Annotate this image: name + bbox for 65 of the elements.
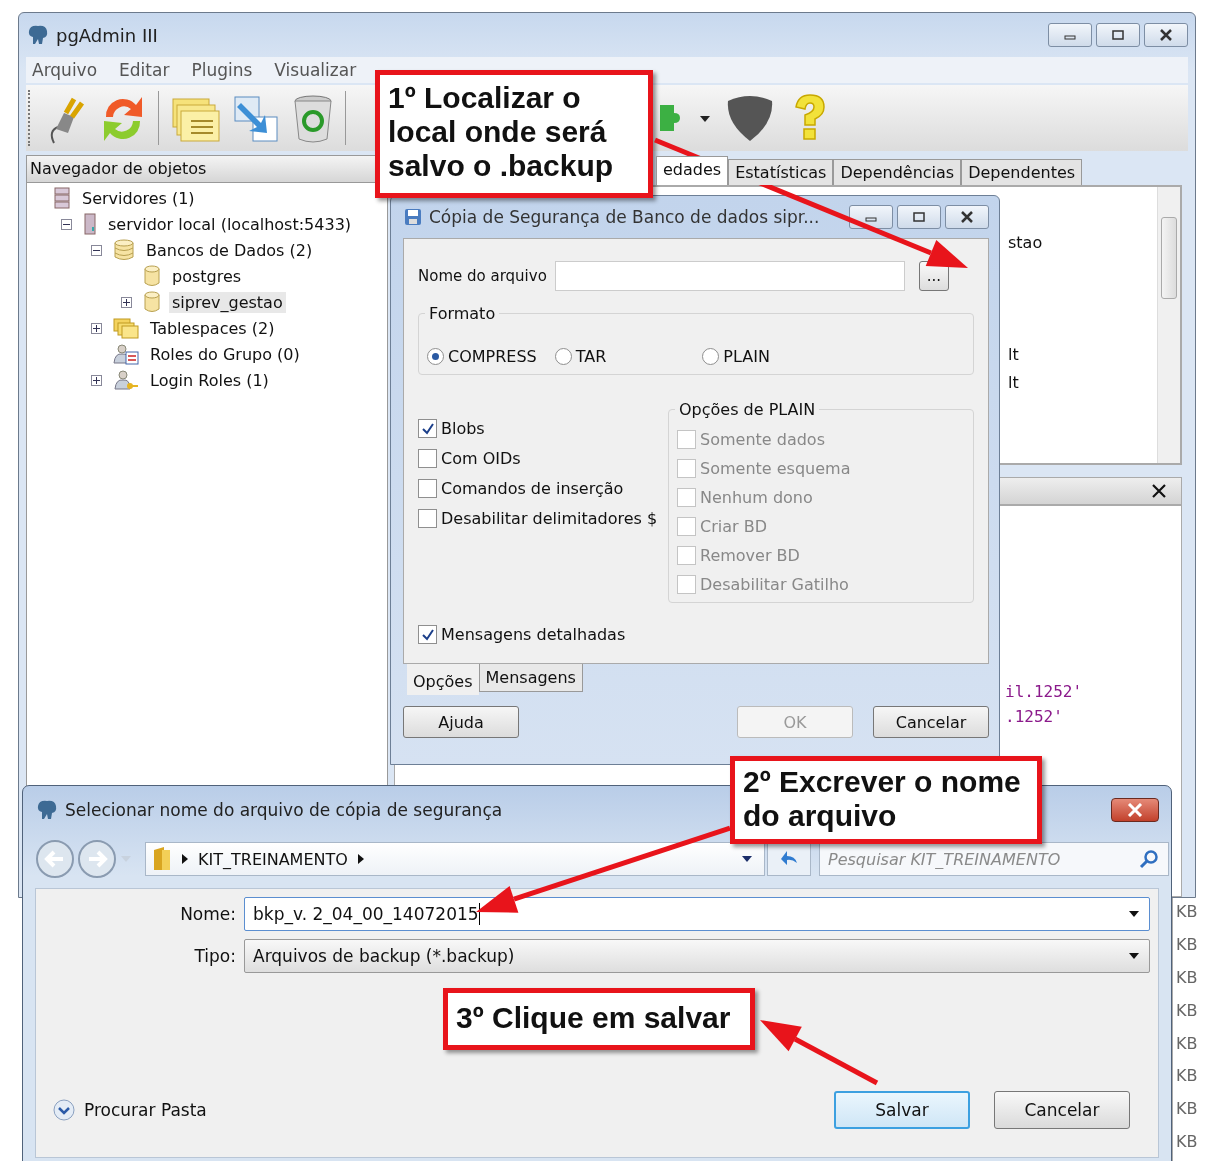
checkbox-label: Blobs (441, 419, 485, 438)
checkbox-label: Desabilitar Gatilho (700, 575, 849, 594)
window-title: pgAdmin III (56, 24, 158, 46)
breadcrumb-item[interactable]: KIT_TREINAMENTO (198, 849, 348, 869)
dialog-button[interactable]: Cancelar (873, 706, 989, 738)
file-type-dropdown[interactable]: Arquivos de backup (*.backup) (244, 939, 1150, 973)
property-text: lt (1008, 372, 1020, 394)
tab[interactable]: Estatísticas (728, 159, 834, 185)
tree-item[interactable]: servidor local (localhost:5433) (105, 213, 355, 235)
callout: 1º Localizar o local onde será salvo o .backup (375, 70, 653, 198)
address-bar[interactable]: KIT_TREINAMENTO (145, 842, 765, 876)
checkbox-label: Nenhum dono (700, 488, 813, 507)
browse-folders-button[interactable]: Procurar Pasta (52, 1098, 207, 1122)
checkbox-label: Somente esquema (700, 459, 851, 478)
radio-label: PLAIN (723, 347, 770, 366)
tree-item[interactable]: postgres (169, 265, 245, 287)
tree-item[interactable]: Bancos de Dados (2) (143, 239, 316, 261)
callout: 3º Clique em salvar (443, 988, 755, 1050)
tab[interactable]: Mensagens (478, 664, 583, 692)
size-text: KB (1175, 967, 1199, 989)
size-text: KB (1175, 1000, 1199, 1022)
menu-item[interactable]: Editar (119, 60, 170, 80)
size-text: KB (1175, 902, 1199, 923)
property-text: stao (1008, 232, 1044, 254)
dialog-button[interactable]: Salvar (834, 1091, 970, 1129)
size-text: KB (1175, 934, 1199, 956)
callout: 2º Excrever o nome do arquivo (730, 756, 1042, 844)
size-text: KB (1175, 1066, 1199, 1088)
tab[interactable]: Dependências (833, 159, 962, 185)
checkbox-label: Mensagens detalhadas (441, 625, 626, 644)
checkbox-label: Criar BD (700, 517, 767, 536)
dialog-button[interactable]: Ajuda (403, 706, 519, 738)
size-text: KB (1175, 1033, 1199, 1055)
tree-item[interactable]: Login Roles (1) (147, 369, 272, 391)
field-label: Tipo: (193, 946, 237, 966)
tree-item[interactable]: Servidores (1) (79, 187, 198, 209)
radio-label: COMPRESS (448, 347, 537, 366)
group-label: Opções de PLAIN (675, 400, 820, 419)
tree-item[interactable]: siprev_gestao (169, 291, 286, 313)
checkbox-label: Comandos de inserção (441, 479, 624, 498)
menu-item[interactable]: Plugins (191, 60, 253, 80)
size-text: KB (1175, 1132, 1199, 1154)
size-text: KB (1175, 1099, 1199, 1121)
radio-label: TAR (575, 347, 607, 366)
field-label: Nome: (179, 904, 237, 924)
field-label: Nome do arquivo (418, 267, 547, 285)
tab[interactable]: Dependentes (961, 159, 1083, 185)
search-field[interactable]: Pesquisar KIT_TREINAMENTO (819, 842, 1169, 876)
property-text: lt (1008, 344, 1020, 366)
tree-item[interactable]: Roles do Grupo (0) (147, 343, 303, 365)
menu-item[interactable]: Arquivo (32, 60, 98, 80)
sql-text: il.1252' (1005, 682, 1084, 703)
tree-item[interactable]: Tablespaces (2) (147, 317, 278, 339)
checkbox-label: Remover BD (700, 546, 800, 565)
checkbox-label: Com OIDs (441, 449, 521, 468)
dialog-button[interactable]: Cancelar (994, 1091, 1130, 1129)
dialog-title: Selecionar nome do arquivo de cópia de segurança (65, 800, 503, 820)
tab[interactable]: Opções (407, 664, 479, 695)
filename-field[interactable]: bkp_v. 2_04_00_14072015 (244, 897, 1150, 931)
sql-text: .1252' (1005, 707, 1064, 728)
checkbox-label: Somente dados (700, 430, 825, 449)
tab[interactable]: edades (656, 156, 729, 185)
dialog-title: Cópia de Segurança de Banco de dados sipr... (429, 207, 820, 227)
checkbox-label: Desabilitar delimitadores $ (441, 509, 658, 528)
menu-item[interactable]: Visualizar (274, 60, 357, 80)
